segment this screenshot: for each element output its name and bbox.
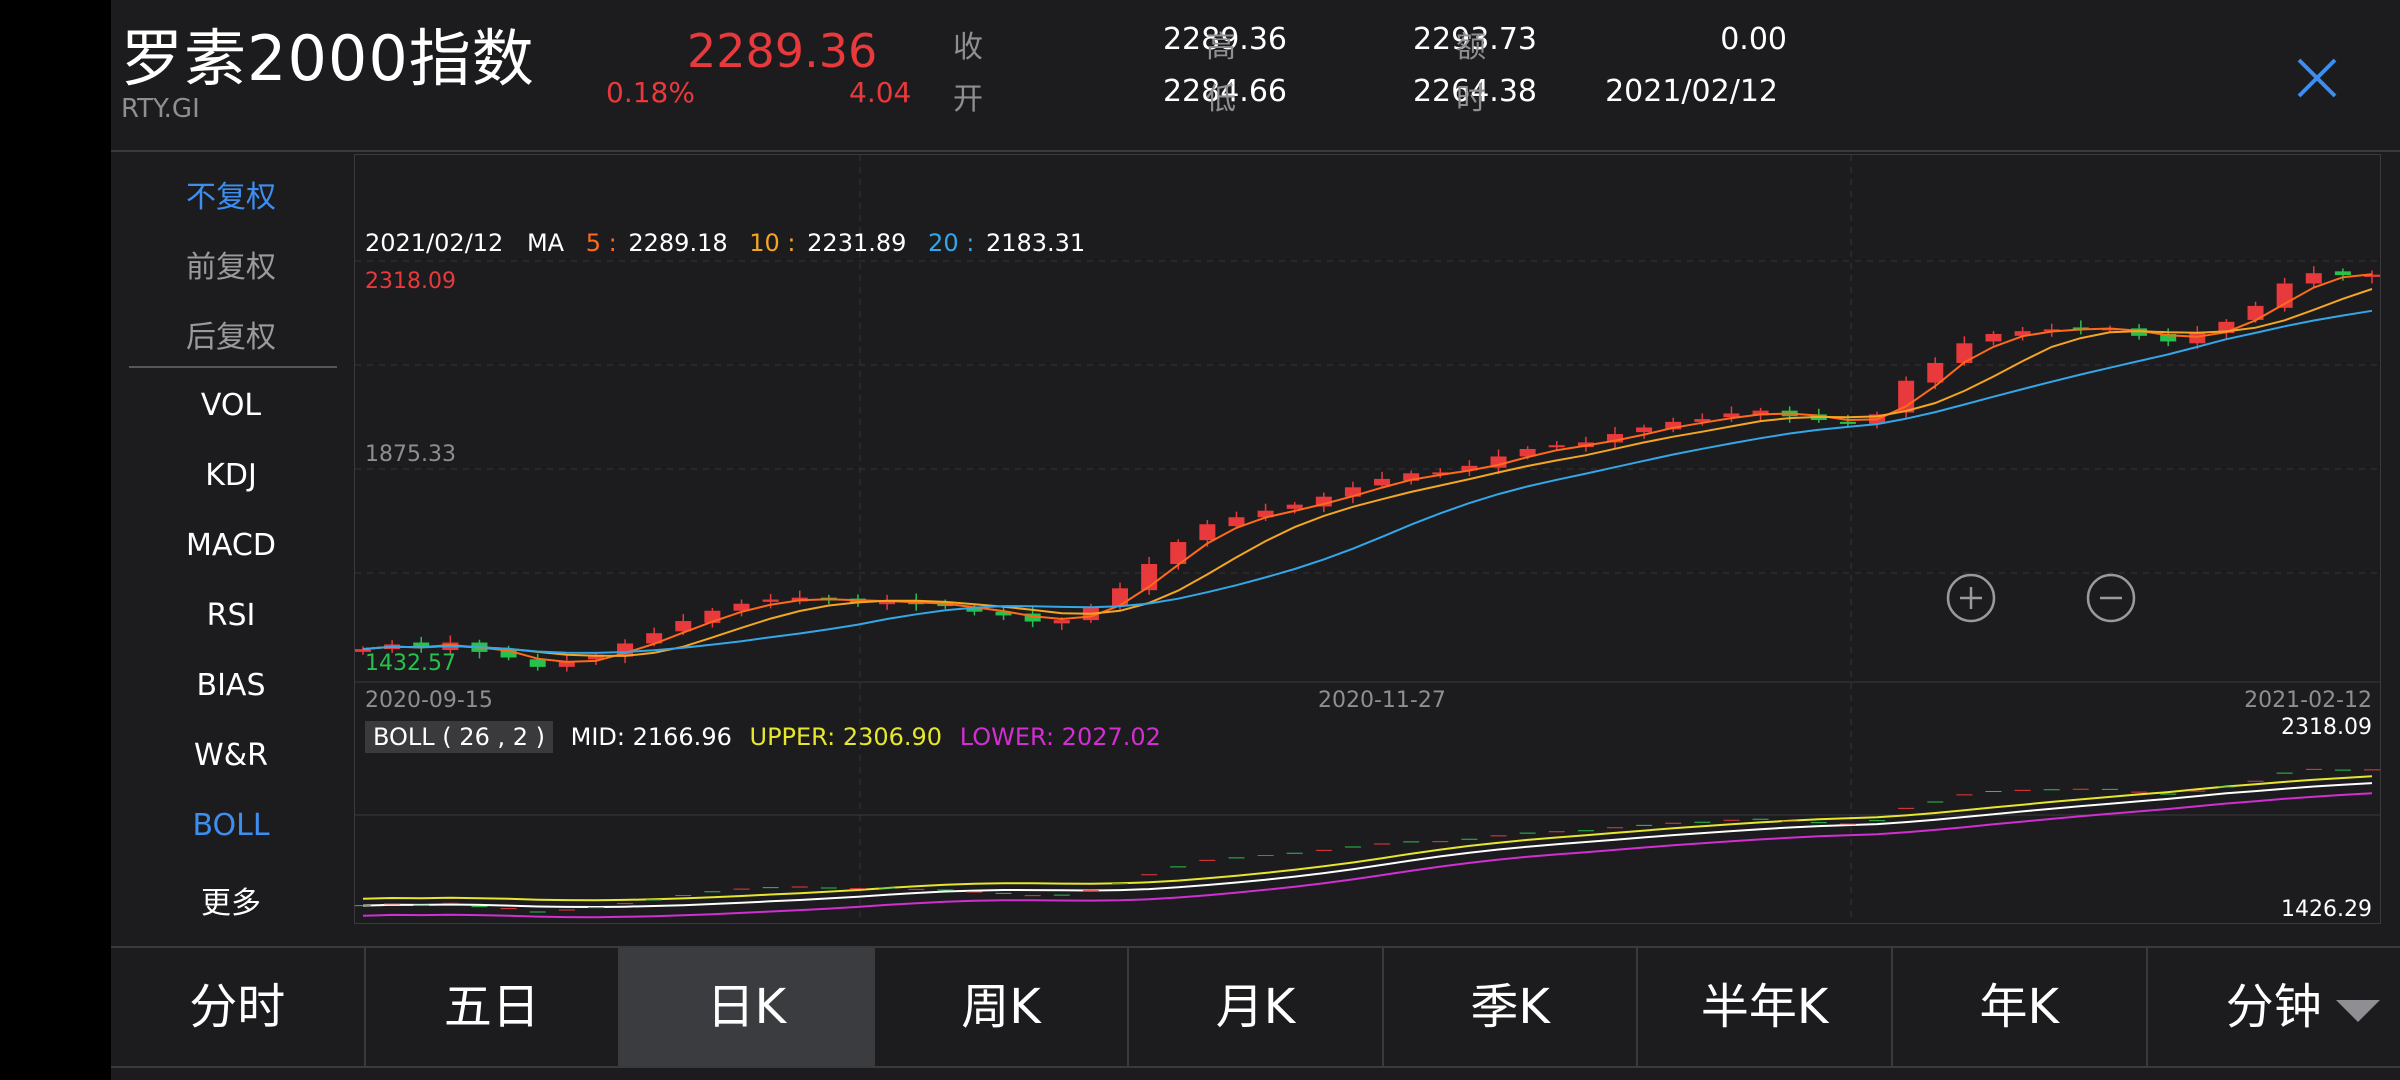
candle-body: [762, 599, 779, 602]
candle-body: [1985, 333, 2002, 342]
boll-mid-line: [362, 782, 2373, 909]
kline-chart-canvas[interactable]: [355, 155, 2380, 923]
candle-body: [1839, 421, 1856, 424]
sidebar-item-backward-adjust[interactable]: 后复权: [111, 312, 351, 356]
dropdown-arrow-icon: [2336, 1000, 2381, 1022]
legend-date: 2021/02/12: [365, 229, 504, 257]
time-value: 2021/02/12: [1605, 74, 1778, 109]
sidebar-item-forward-adjust[interactable]: 前复权: [111, 242, 351, 286]
close-icon[interactable]: [2293, 54, 2341, 102]
ma10-line: [362, 288, 2373, 657]
tab-monthly-k[interactable]: 月K: [1129, 948, 1384, 1066]
ma5-line: [362, 273, 2373, 663]
x-axis-start-date: 2020-09-15: [365, 688, 493, 713]
tab-minute-label: 分钟: [2225, 979, 2322, 1035]
tab-five-day[interactable]: 五日: [366, 948, 621, 1066]
indicator-sidebar: 不复权 前复权 后复权 VOL KDJ MACD RSI BIAS W&R BO…: [111, 152, 351, 928]
open-value: 2284.66: [1162, 74, 1287, 109]
tab-intraday[interactable]: 分时: [111, 948, 366, 1066]
quote-header: 罗素2000指数 RTY.GI 2289.36 0.18% 4.04 收 228…: [111, 0, 2400, 152]
low-value: 2264.38: [1412, 74, 1537, 109]
open-label: 开: [953, 82, 983, 117]
period-tab-bar: 分时 五日 日K 周K 月K 季K 半年K 年K 分钟: [111, 946, 2400, 1068]
ma10-value: 2231.89: [807, 229, 907, 257]
low-label: 低: [1206, 82, 1236, 117]
close-label: 收: [953, 30, 983, 65]
candle-body: [1053, 620, 1070, 624]
ma5-key: 5 :: [585, 229, 617, 257]
boll-lower-value: LOWER: 2027.02: [959, 723, 1161, 751]
change-amount: 4.04: [849, 76, 912, 109]
candle-body: [2334, 271, 2351, 276]
boll-legend: BOLL ( 26 , 2 ) MID: 2166.96 UPPER: 2306…: [365, 721, 1161, 753]
sidebar-item-vol[interactable]: VOL: [111, 388, 351, 423]
candle-body: [1199, 524, 1216, 541]
high-label: 高: [1206, 30, 1236, 65]
tab-weekly-k[interactable]: 周K: [875, 948, 1130, 1066]
y-axis-mid: 1875.33: [365, 442, 456, 467]
high-value: 2293.73: [1412, 22, 1537, 57]
y-axis-min: 1432.57: [365, 651, 456, 676]
sidebar-item-wr[interactable]: W&R: [111, 738, 351, 773]
sidebar-item-no-adjust[interactable]: 不复权: [111, 172, 351, 216]
boll-axis-min: 1426.29: [2281, 897, 2372, 922]
candle-body: [1112, 588, 1129, 607]
candle-body: [2189, 333, 2206, 344]
kline-chart[interactable]: 2021/02/12 MA 5 : 2289.18 10 : 2231.89 2…: [354, 154, 2381, 924]
sidebar-item-boll[interactable]: BOLL: [111, 808, 351, 843]
boll-params-badge[interactable]: BOLL ( 26 , 2 ): [365, 721, 553, 753]
ma20-value: 2183.31: [985, 229, 1086, 257]
candle-body: [2305, 273, 2322, 284]
ma-label: MA: [526, 229, 565, 257]
y-axis-max: 2318.09: [365, 269, 456, 294]
ma10-key: 10 :: [749, 229, 796, 257]
zoom-out-icon[interactable]: [2086, 573, 2136, 623]
sidebar-divider: [129, 366, 337, 368]
tab-minute[interactable]: 分钟: [2148, 948, 2400, 1066]
tab-half-year-k[interactable]: 半年K: [1638, 948, 1893, 1066]
close-value: 2289.36: [1162, 22, 1287, 57]
ma20-line: [362, 309, 2373, 654]
system-edge-bar: [0, 0, 111, 1080]
index-code: RTY.GI: [121, 94, 200, 124]
boll-upper-line: [362, 775, 2373, 902]
x-axis-end-date: 2021-02-12: [2244, 688, 2372, 713]
candle-body: [1927, 362, 1944, 383]
ma20-key: 20 :: [928, 229, 975, 257]
candle-body: [1286, 504, 1303, 509]
zoom-in-icon[interactable]: [1946, 573, 1996, 623]
current-price: 2289.36: [687, 24, 878, 78]
time-label: 时: [1456, 82, 1486, 117]
candle-body: [529, 659, 546, 667]
sidebar-item-bias[interactable]: BIAS: [111, 668, 351, 703]
tab-quarterly-k[interactable]: 季K: [1384, 948, 1639, 1066]
ma5-value: 2289.18: [628, 229, 728, 257]
index-name: 罗素2000指数: [121, 22, 535, 95]
sidebar-item-kdj[interactable]: KDJ: [111, 458, 351, 493]
amount-value: 0.00: [1720, 22, 1787, 57]
candle-body: [1374, 478, 1391, 486]
sidebar-item-more[interactable]: 更多: [111, 878, 351, 922]
candle-body: [1636, 427, 1653, 433]
ma-legend: 2021/02/12 MA 5 : 2289.18 10 : 2231.89 2…: [365, 229, 1089, 257]
stock-detail-screen: 罗素2000指数 RTY.GI 2289.36 0.18% 4.04 收 228…: [111, 0, 2400, 1080]
sidebar-item-macd[interactable]: MACD: [111, 528, 351, 563]
tab-yearly-k[interactable]: 年K: [1893, 948, 2148, 1066]
x-axis-mid-date: 2020-11-27: [1318, 688, 1446, 713]
amount-label: 额: [1456, 30, 1486, 65]
sidebar-item-rsi[interactable]: RSI: [111, 598, 351, 633]
boll-axis-max: 2318.09: [2281, 715, 2372, 740]
boll-upper-value: UPPER: 2306.90: [749, 723, 943, 751]
change-percent: 0.18%: [606, 76, 695, 109]
boll-mid-value: MID: 2166.96: [570, 723, 732, 751]
tab-daily-k[interactable]: 日K: [620, 948, 875, 1066]
candle-body: [1548, 445, 1565, 448]
